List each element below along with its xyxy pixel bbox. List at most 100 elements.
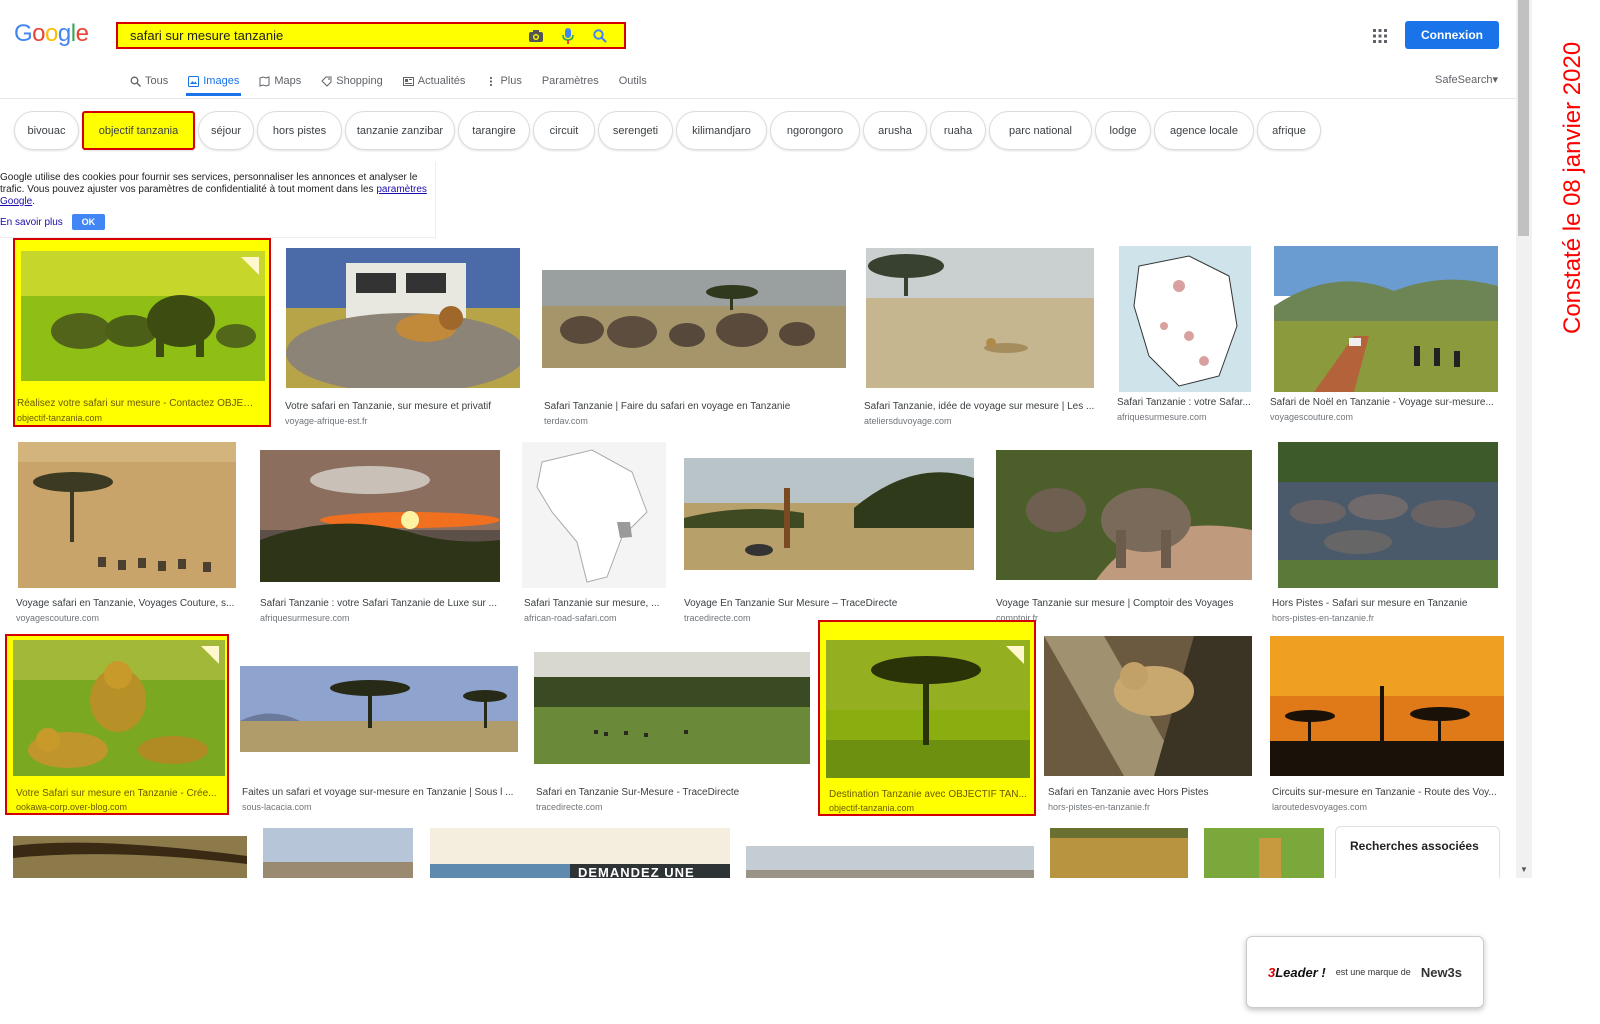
google-logo[interactable]: Google [14, 20, 89, 48]
result-caption[interactable]: Votre safari en Tanzanie, sur mesure et … [285, 401, 521, 412]
learn-more-link[interactable]: En savoir plus [0, 217, 63, 228]
thumbnail[interactable] [13, 640, 225, 776]
result-caption[interactable]: Circuits sur-mesure en Tanzanie - Route … [1272, 787, 1504, 798]
chip[interactable]: ruaha [930, 111, 986, 150]
image-result[interactable]: DEMANDEZ UNE [430, 828, 730, 880]
chip[interactable]: parc national [989, 111, 1092, 150]
thumbnail[interactable] [286, 248, 520, 388]
thumbnail[interactable] [18, 442, 236, 588]
image-result[interactable]: Safari en Tanzanie Sur-Mesure - TraceDir… [532, 640, 812, 816]
image-result[interactable] [13, 836, 247, 880]
result-caption[interactable]: Safari en Tanzanie Sur-Mesure - TraceDir… [536, 787, 812, 798]
scrollbar[interactable]: ▼ [1516, 0, 1532, 878]
result-caption[interactable]: Voyage Tanzanie sur mesure | Comptoir de… [996, 598, 1254, 609]
image-result[interactable]: Faites un safari et voyage sur-mesure en… [238, 640, 518, 816]
result-caption[interactable]: Faites un safari et voyage sur-mesure en… [242, 787, 518, 798]
thumbnail[interactable] [1274, 246, 1498, 392]
image-result[interactable]: Safari Tanzanie sur mesure, ... african-… [522, 442, 666, 624]
chip[interactable]: agence locale [1154, 111, 1254, 150]
image-result[interactable]: Réalisez votre safari sur mesure - Conta… [13, 238, 271, 427]
chip[interactable]: ngorongoro [770, 111, 860, 150]
image-result[interactable]: Safari de Noël en Tanzanie - Voyage sur-… [1270, 246, 1506, 428]
chip[interactable]: tarangire [458, 111, 530, 150]
tab-all[interactable]: Tous [130, 73, 168, 89]
result-caption[interactable]: Safari Tanzanie | Faire du safari en voy… [544, 401, 844, 412]
thumbnail[interactable] [542, 270, 846, 368]
image-result[interactable] [263, 828, 413, 880]
tab-maps[interactable]: Maps [259, 73, 301, 89]
apps-grid-icon[interactable] [1372, 28, 1388, 44]
result-caption[interactable]: Safari Tanzanie : votre Safari Tanzanie … [260, 598, 506, 609]
result-caption[interactable]: Safari en Tanzanie avec Hors Pistes [1048, 787, 1254, 798]
result-caption[interactable]: Voyage safari en Tanzanie, Voyages Coutu… [16, 598, 250, 609]
result-caption[interactable]: Destination Tanzanie avec OBJECTIF TAN..… [829, 789, 1029, 800]
thumbnail[interactable] [866, 248, 1094, 388]
chip[interactable]: tanzanie zanzibar [345, 111, 455, 150]
scrollbar-thumb[interactable] [1518, 0, 1529, 236]
image-result[interactable]: Safari Tanzanie : votre Safari Tanzanie … [258, 442, 508, 624]
camera-icon[interactable] [528, 28, 544, 44]
result-caption[interactable]: Safari Tanzanie : votre Safar... [1117, 397, 1253, 408]
thumbnail[interactable] [1270, 636, 1504, 776]
chip[interactable]: kilimandjaro [676, 111, 767, 150]
image-result[interactable]: Hors Pistes - Safari sur mesure en Tanza… [1272, 442, 1506, 624]
result-caption[interactable]: Safari de Noël en Tanzanie - Voyage sur-… [1270, 397, 1502, 408]
chip[interactable]: objectif tanzania [82, 111, 195, 150]
chip[interactable]: lodge [1095, 111, 1151, 150]
result-caption[interactable]: Réalisez votre safari sur mesure - Conta… [17, 398, 257, 409]
thumbnail[interactable] [746, 846, 1034, 880]
image-result[interactable]: Safari Tanzanie : votre Safar... afrique… [1116, 246, 1254, 428]
chip[interactable]: arusha [863, 111, 927, 150]
chip[interactable]: bivouac [14, 111, 79, 150]
result-caption[interactable]: Safari Tanzanie, idée de voyage sur mesu… [864, 401, 1098, 412]
safesearch-dropdown[interactable]: SafeSearch▾ [1435, 73, 1498, 86]
microphone-icon[interactable] [560, 27, 576, 44]
result-caption[interactable]: Hors Pistes - Safari sur mesure en Tanza… [1272, 598, 1504, 609]
signin-button[interactable]: Connexion [1405, 21, 1499, 49]
thumbnail[interactable] [263, 828, 413, 880]
image-result[interactable]: Safari Tanzanie | Faire du safari en voy… [540, 248, 850, 428]
thumbnail[interactable] [522, 442, 666, 588]
tab-images[interactable]: Images [188, 73, 239, 89]
thumbnail[interactable] [260, 450, 500, 582]
result-caption[interactable]: Safari Tanzanie sur mesure, ... [524, 598, 664, 609]
thumbnail[interactable] [1050, 828, 1188, 880]
thumbnail[interactable] [534, 652, 810, 764]
chip[interactable]: serengeti [598, 111, 673, 150]
chip[interactable]: circuit [533, 111, 595, 150]
image-result[interactable] [1050, 828, 1188, 880]
image-result[interactable]: Votre safari en Tanzanie, sur mesure et … [283, 248, 523, 428]
image-result[interactable]: Destination Tanzanie avec OBJECTIF TAN..… [818, 620, 1036, 816]
chip[interactable]: afrique [1257, 111, 1321, 150]
image-result[interactable]: Voyage Tanzanie sur mesure | Comptoir de… [994, 442, 1256, 624]
tab-settings[interactable]: Paramètres [542, 73, 599, 89]
thumbnail[interactable] [826, 640, 1030, 778]
image-result[interactable]: Circuits sur-mesure en Tanzanie - Route … [1268, 636, 1506, 816]
thumbnail[interactable] [996, 450, 1252, 580]
result-caption[interactable]: Votre Safari sur mesure en Tanzanie - Cr… [16, 788, 222, 799]
result-caption[interactable]: Voyage En Tanzanie Sur Mesure – TraceDir… [684, 598, 976, 609]
cookie-ok-button[interactable]: OK [71, 214, 106, 230]
image-result[interactable]: Votre Safari sur mesure en Tanzanie - Cr… [5, 634, 229, 815]
search-icon[interactable] [592, 28, 608, 44]
image-result[interactable] [746, 846, 1034, 880]
thumbnail[interactable] [1044, 636, 1252, 776]
chip[interactable]: hors pistes [257, 111, 342, 150]
image-result[interactable]: Safari en Tanzanie avec Hors Pistes hors… [1044, 636, 1258, 816]
thumbnail[interactable] [1119, 246, 1251, 392]
search-box[interactable] [116, 22, 626, 49]
scroll-down-arrow-icon[interactable]: ▼ [1520, 865, 1528, 874]
chip[interactable]: séjour [198, 111, 254, 150]
thumbnail[interactable] [684, 458, 974, 570]
thumbnail[interactable] [240, 666, 518, 752]
image-result[interactable]: Voyage En Tanzanie Sur Mesure – TraceDir… [682, 442, 978, 624]
thumbnail[interactable] [13, 836, 247, 880]
thumbnail[interactable] [1204, 828, 1324, 880]
thumbnail[interactable] [21, 251, 265, 381]
tab-more[interactable]: Plus [485, 73, 522, 89]
thumbnail[interactable] [1278, 442, 1498, 588]
image-result[interactable]: Safari Tanzanie, idée de voyage sur mesu… [864, 248, 1100, 428]
tab-tools[interactable]: Outils [619, 73, 647, 89]
search-input[interactable] [130, 28, 528, 43]
image-result[interactable] [1204, 828, 1324, 880]
